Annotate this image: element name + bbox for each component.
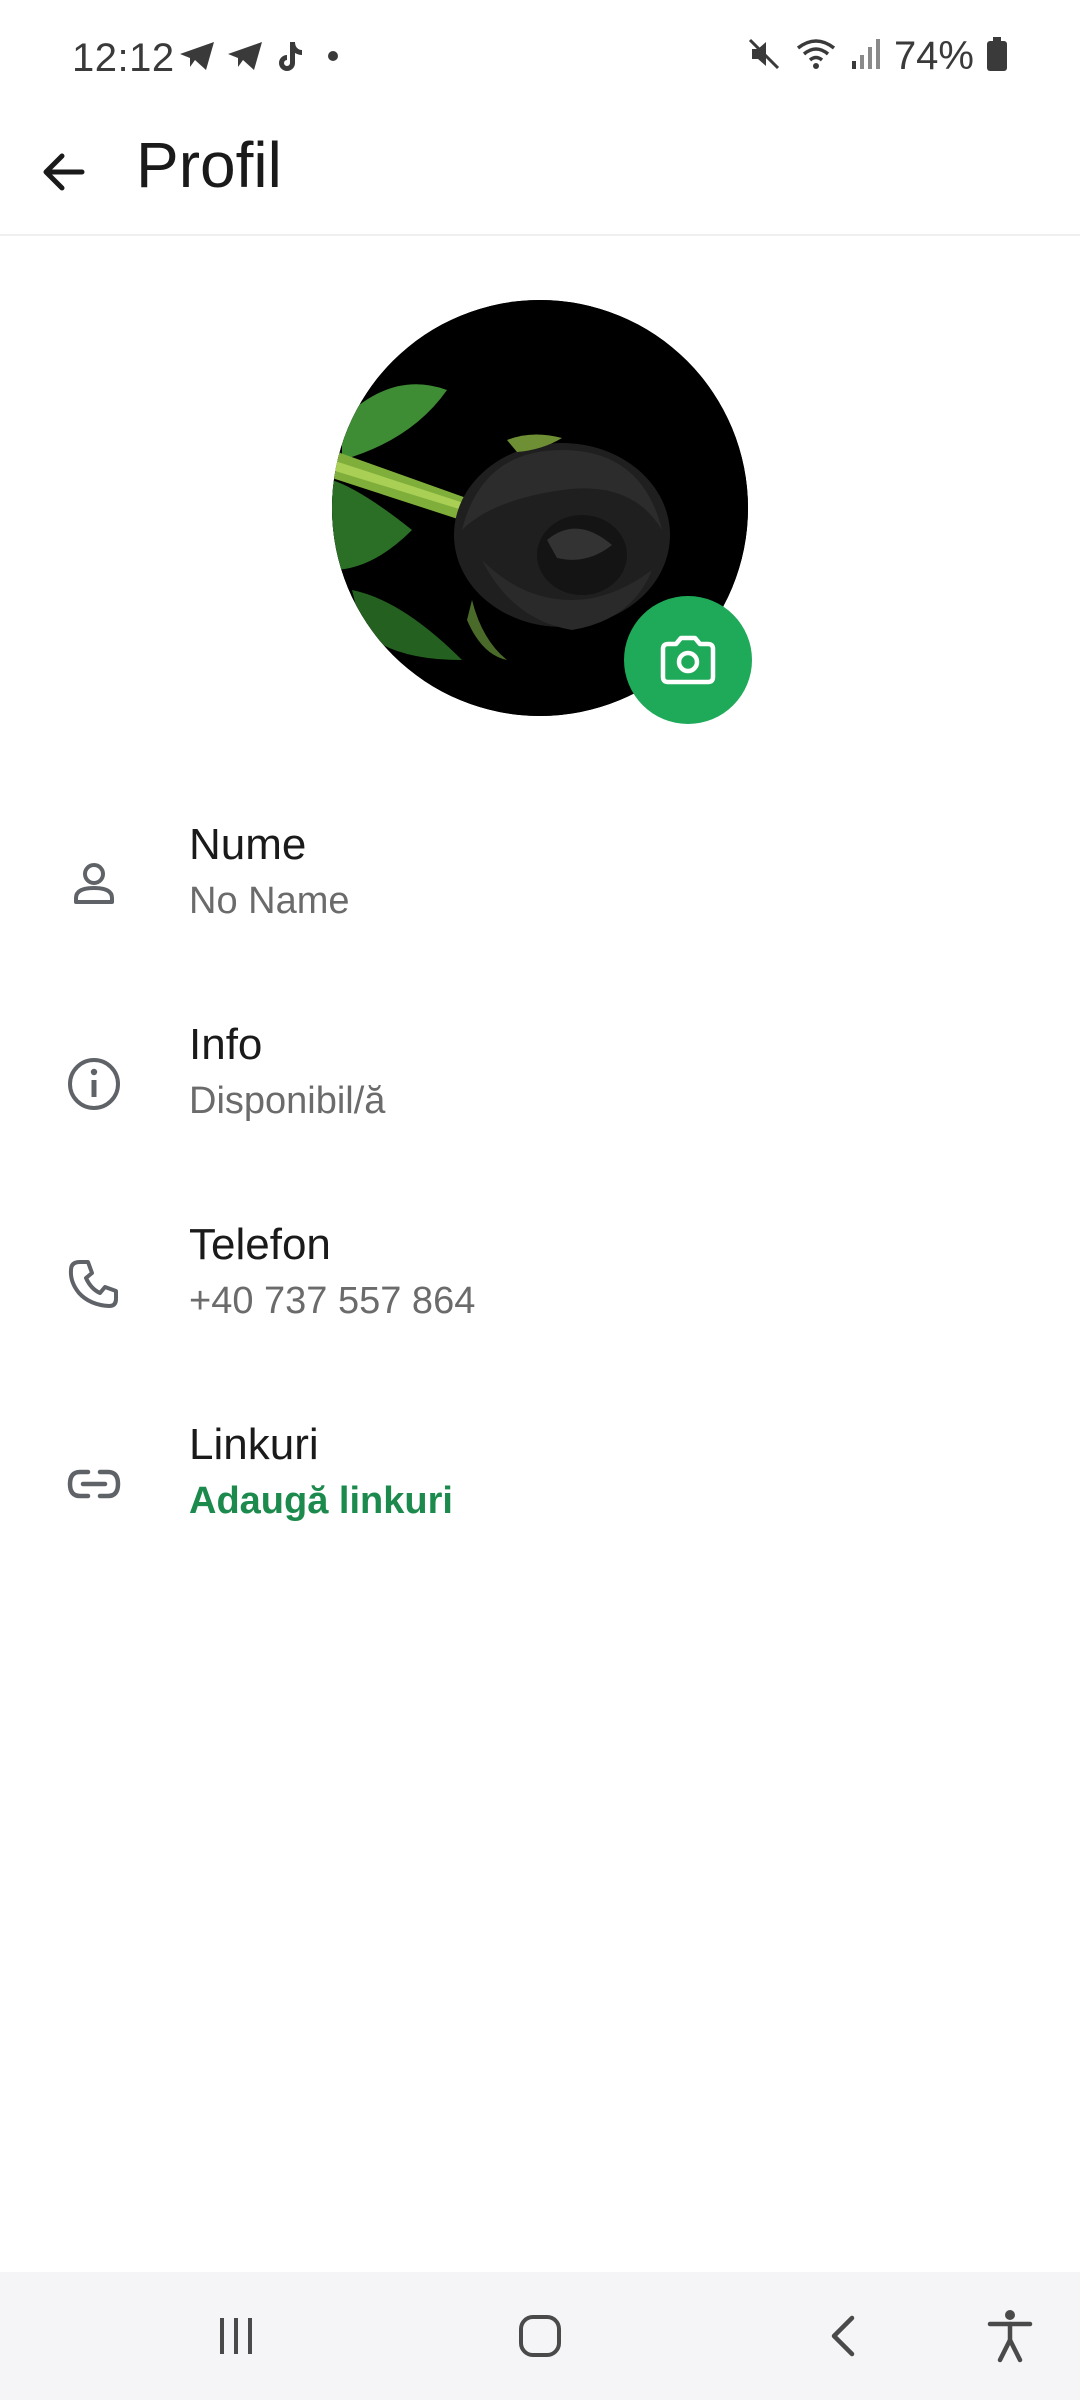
battery-icon	[986, 36, 1008, 77]
about-row[interactable]: Info Disponibil/ă	[0, 1008, 1080, 1188]
links-label: Linkuri	[189, 1420, 319, 1469]
phone-row: Telefon +40 737 557 864	[0, 1208, 1080, 1388]
accessibility-button[interactable]	[974, 2300, 1046, 2372]
person-icon	[58, 848, 130, 920]
change-photo-button[interactable]	[624, 596, 752, 724]
wifi-icon	[794, 36, 838, 77]
about-label: Info	[189, 1020, 263, 1069]
recent-apps-button[interactable]	[200, 2300, 272, 2372]
page-title: Profil	[136, 129, 282, 201]
back-button[interactable]	[28, 136, 100, 208]
phone-icon	[58, 1248, 130, 1320]
home-icon	[519, 2315, 561, 2357]
accessibility-icon	[987, 2310, 1033, 2363]
notification-dot	[328, 51, 338, 61]
recent-apps-icon	[220, 2318, 252, 2354]
telegram-icon	[178, 40, 216, 72]
battery-percentage: 74%	[893, 34, 974, 78]
app-bar: Profil	[0, 120, 1080, 236]
status-bar: 12:12 74%	[0, 0, 1080, 120]
home-button[interactable]	[504, 2300, 576, 2372]
phone-value: +40 737 557 864	[189, 1280, 476, 1322]
name-row[interactable]: Nume No Name	[0, 808, 1080, 988]
add-links-link[interactable]: Adaugă linkuri	[189, 1480, 453, 1523]
profile-photo-section	[332, 300, 752, 724]
system-nav-bar	[0, 2272, 1080, 2400]
status-time: 12:12	[72, 36, 175, 80]
name-label: Nume	[189, 820, 307, 869]
telegram-icon	[226, 40, 264, 72]
signal-icon	[850, 37, 882, 76]
mute-icon	[746, 36, 782, 77]
camera-icon	[660, 635, 716, 685]
link-icon	[58, 1448, 130, 1520]
tiktok-icon	[274, 40, 304, 72]
back-nav-button[interactable]	[808, 2300, 880, 2372]
name-value: No Name	[189, 880, 350, 922]
links-row[interactable]: Linkuri Adaugă linkuri	[0, 1408, 1080, 1588]
arrow-left-icon	[43, 153, 85, 191]
about-value: Disponibil/ă	[189, 1080, 386, 1122]
phone-label: Telefon	[189, 1220, 331, 1269]
back-icon	[831, 2315, 855, 2357]
status-notification-icons	[178, 40, 338, 72]
info-icon	[58, 1048, 130, 1120]
status-system-icons: 74%	[746, 34, 1008, 79]
